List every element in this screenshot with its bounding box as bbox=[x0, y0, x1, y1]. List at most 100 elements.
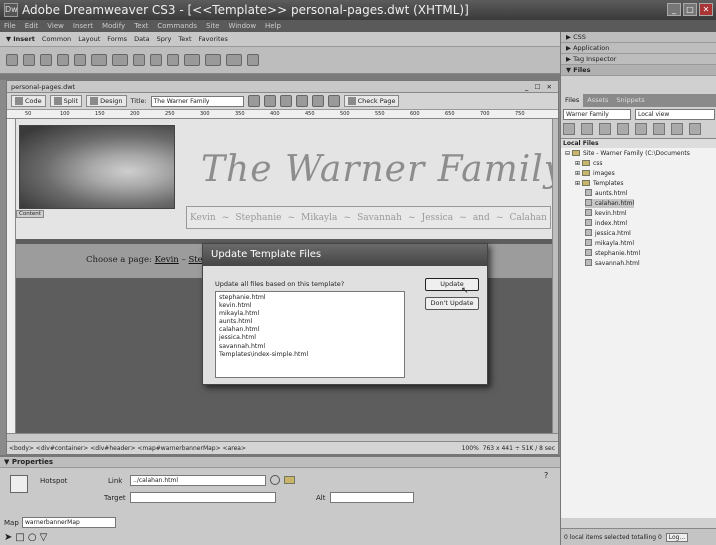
split-view-button[interactable]: Split bbox=[49, 95, 83, 107]
site-select[interactable]: Warner Family bbox=[563, 109, 631, 120]
file-item[interactable]: stephanie.html bbox=[585, 249, 640, 258]
named-anchor-icon[interactable] bbox=[40, 54, 52, 66]
choose-link-kevin[interactable]: Kevin bbox=[155, 255, 179, 265]
menu-commands[interactable]: Commands bbox=[157, 20, 197, 32]
email-link-icon[interactable] bbox=[23, 54, 35, 66]
document-vertical-scrollbar[interactable] bbox=[552, 119, 558, 433]
log-button[interactable]: Log... bbox=[665, 533, 689, 542]
dreamweaver-app-icon[interactable]: Dw bbox=[4, 3, 18, 17]
document-window-controls[interactable]: _ ☐ ✕ bbox=[525, 81, 554, 93]
hyperlink-icon[interactable] bbox=[6, 54, 18, 66]
close-button[interactable]: ✕ bbox=[699, 3, 713, 16]
file-item[interactable]: jessica.html bbox=[585, 229, 631, 238]
circle-hotspot-icon[interactable]: ○ bbox=[28, 532, 40, 543]
pointer-hotspot-icon[interactable]: ➤ bbox=[4, 532, 15, 543]
maximize-button[interactable]: □ bbox=[683, 3, 697, 16]
table-icon[interactable] bbox=[57, 54, 69, 66]
nav-stephanie[interactable]: Stephanie bbox=[235, 213, 281, 223]
date-icon[interactable] bbox=[133, 54, 145, 66]
design-view-button[interactable]: Design bbox=[86, 95, 127, 107]
insert-tab-common[interactable]: Common bbox=[42, 35, 71, 43]
templates-dropdown-icon[interactable] bbox=[226, 54, 242, 66]
script-dropdown-icon[interactable] bbox=[205, 54, 221, 66]
insert-tab-layout[interactable]: Layout bbox=[78, 35, 100, 43]
tab-assets[interactable]: Assets bbox=[583, 94, 612, 107]
nav-calahan[interactable]: Calahan bbox=[509, 213, 546, 223]
document-tab[interactable]: personal-pages.dwt _ ☐ ✕ bbox=[7, 81, 558, 93]
refresh-icon[interactable] bbox=[279, 95, 292, 107]
browse-folder-icon[interactable] bbox=[284, 476, 295, 484]
expand-icon[interactable] bbox=[689, 123, 701, 135]
insert-tab-forms[interactable]: Forms bbox=[107, 35, 127, 43]
file-item[interactable]: index.html bbox=[585, 219, 627, 228]
tab-snippets[interactable]: Snippets bbox=[612, 94, 648, 107]
tag-inspector-panel-header[interactable]: ▶ Tag Inspector bbox=[561, 54, 716, 65]
tag-selector[interactable]: <body> <div#container> <div#header> <map… bbox=[9, 445, 246, 452]
validate-markup-icon[interactable] bbox=[327, 95, 340, 107]
refresh-icon[interactable] bbox=[581, 123, 593, 135]
link-input[interactable]: ../calahan.html bbox=[130, 475, 266, 486]
menu-modify[interactable]: Modify bbox=[102, 20, 125, 32]
folder-item[interactable]: ⊞ css bbox=[575, 159, 603, 168]
check-out-icon[interactable] bbox=[635, 123, 647, 135]
window-size[interactable]: 763 x 441 ÷ 51K / 8 sec bbox=[483, 445, 555, 452]
preview-in-browser-icon[interactable] bbox=[263, 95, 276, 107]
file-item[interactable]: mikayla.html bbox=[585, 239, 634, 248]
menu-edit[interactable]: Edit bbox=[25, 20, 39, 32]
connect-icon[interactable] bbox=[563, 123, 575, 135]
insert-tab-favorites[interactable]: Favorites bbox=[199, 35, 228, 43]
tag-chooser-icon[interactable] bbox=[247, 54, 259, 66]
affected-files-list[interactable]: stephanie.html kevin.html mikayla.html a… bbox=[215, 291, 405, 378]
menu-file[interactable]: File bbox=[4, 20, 16, 32]
tab-files[interactable]: Files bbox=[561, 94, 584, 107]
properties-header[interactable]: ▼ Properties bbox=[0, 457, 560, 468]
site-root-item[interactable]: ⊟ Site - Warner Family (C:\Documents bbox=[565, 149, 690, 158]
file-item[interactable]: calahan.html bbox=[585, 199, 635, 208]
polygon-hotspot-icon[interactable]: ▽ bbox=[40, 532, 51, 543]
media-dropdown-icon[interactable] bbox=[112, 54, 128, 66]
point-to-file-icon[interactable] bbox=[270, 475, 280, 485]
insert-tab-text[interactable]: Text bbox=[178, 35, 191, 43]
folder-item[interactable]: ⊞ images bbox=[575, 169, 615, 178]
dont-update-button[interactable]: Don't Update bbox=[425, 297, 479, 310]
map-name-input[interactable]: warnerbannerMap bbox=[22, 517, 116, 528]
server-side-include-icon[interactable] bbox=[150, 54, 162, 66]
document-horizontal-scrollbar[interactable] bbox=[7, 433, 558, 441]
menu-help[interactable]: Help bbox=[265, 20, 281, 32]
nav-jessica[interactable]: Jessica bbox=[422, 213, 453, 223]
file-item[interactable]: aunts.html bbox=[585, 189, 627, 198]
css-panel-header[interactable]: ▶ CSS bbox=[561, 32, 716, 43]
minimize-button[interactable]: _ bbox=[667, 3, 681, 16]
folder-item[interactable]: ⊞ Templates bbox=[575, 179, 623, 188]
menu-text[interactable]: Text bbox=[134, 20, 148, 32]
put-files-icon[interactable] bbox=[617, 123, 629, 135]
file-item[interactable]: savannah.html bbox=[585, 259, 640, 268]
menu-window[interactable]: Window bbox=[228, 20, 256, 32]
insert-tab-data[interactable]: Data bbox=[134, 35, 150, 43]
rectangle-hotspot-icon[interactable]: □ bbox=[15, 532, 27, 543]
view-select[interactable]: Local view bbox=[635, 109, 715, 120]
application-panel-header[interactable]: ▶ Application bbox=[561, 43, 716, 54]
nav-mikayla[interactable]: Mikayla bbox=[301, 213, 337, 223]
zoom-level[interactable]: 100% bbox=[462, 445, 479, 452]
content-region-label[interactable]: Content bbox=[16, 210, 44, 218]
code-view-button[interactable]: Code bbox=[11, 95, 46, 107]
nav-kevin[interactable]: Kevin bbox=[190, 213, 216, 223]
insert-tab-spry[interactable]: Spry bbox=[157, 35, 172, 43]
file-management-icon[interactable] bbox=[247, 95, 260, 107]
div-icon[interactable] bbox=[74, 54, 86, 66]
menu-site[interactable]: Site bbox=[206, 20, 219, 32]
head-dropdown-icon[interactable] bbox=[184, 54, 200, 66]
view-options-icon[interactable] bbox=[295, 95, 308, 107]
nav-savannah[interactable]: Savannah bbox=[357, 213, 402, 223]
help-icon[interactable]: ? bbox=[544, 471, 548, 480]
visual-aids-icon[interactable] bbox=[311, 95, 324, 107]
file-item[interactable]: kevin.html bbox=[585, 209, 627, 218]
page-title-input[interactable]: The Warner Family bbox=[150, 95, 244, 107]
update-button[interactable]: Update bbox=[425, 278, 479, 291]
insert-bar-toggle[interactable]: ▼ Insert bbox=[6, 35, 35, 43]
files-panel-header[interactable]: ▼ Files bbox=[561, 65, 716, 76]
check-page-button[interactable]: Check Page bbox=[343, 95, 400, 107]
menu-view[interactable]: View bbox=[47, 20, 64, 32]
alt-input[interactable] bbox=[330, 492, 414, 503]
